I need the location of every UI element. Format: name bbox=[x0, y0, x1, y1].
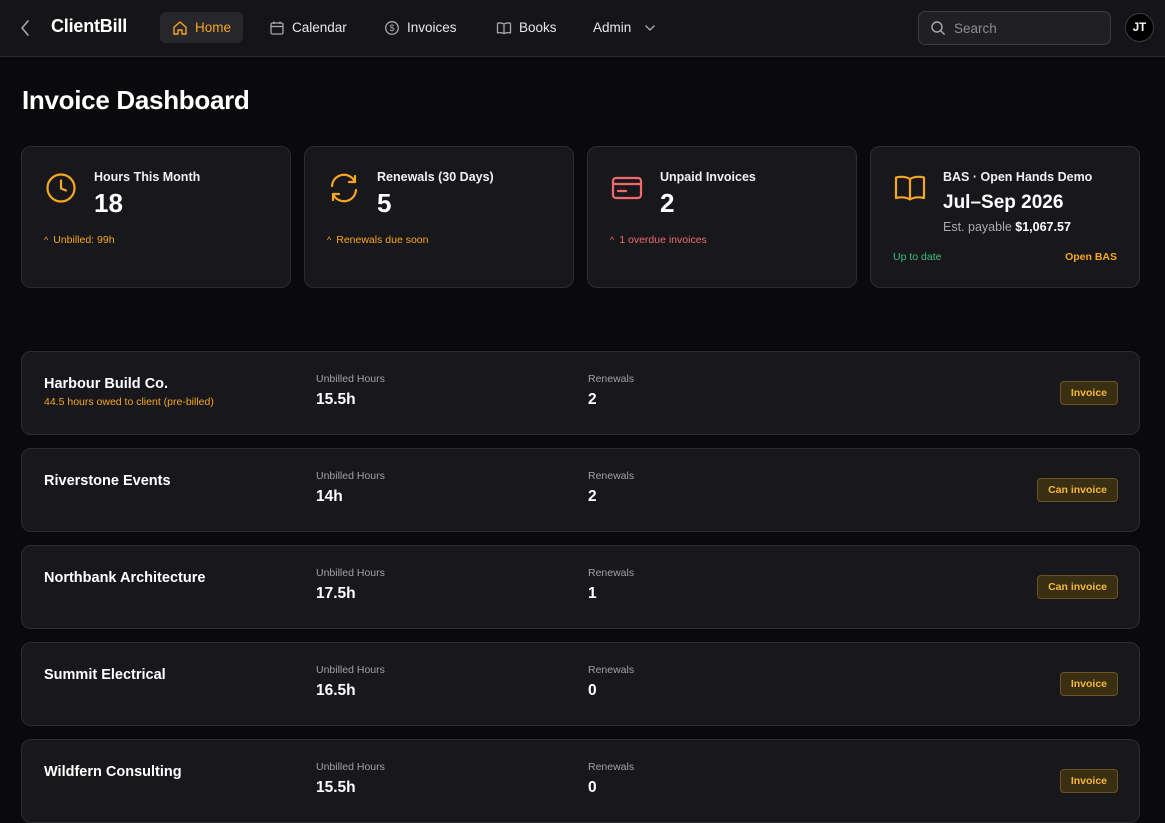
stat-value: 5 bbox=[377, 188, 392, 218]
unbilled-hours-value: 16.5h bbox=[316, 682, 356, 699]
client-row[interactable]: Summit Electrical Unbilled Hours 16.5h R… bbox=[21, 642, 1140, 726]
invoice-button[interactable]: Invoice bbox=[1059, 769, 1118, 793]
renewals-label: Renewals bbox=[588, 373, 635, 385]
bas-estimate: Est. payable $1,067.57 bbox=[943, 220, 1071, 234]
stat-note: ^ Unbilled: 99h bbox=[44, 234, 115, 246]
client-name: Summit Electrical bbox=[44, 667, 166, 683]
client-note: 44.5 hours owed to client (pre-billed) bbox=[44, 396, 214, 408]
chevron-up-icon: ^ bbox=[610, 235, 615, 245]
renewals-value: 0 bbox=[588, 779, 597, 796]
page-title: Invoice Dashboard bbox=[22, 85, 250, 115]
renewals-value: 0 bbox=[588, 682, 597, 699]
stat-note-text: 1 overdue invoices bbox=[619, 234, 707, 246]
calendar-icon bbox=[270, 21, 284, 35]
renewals-label: Renewals bbox=[588, 664, 635, 676]
chevron-up-icon: ^ bbox=[327, 235, 332, 245]
back-button[interactable] bbox=[16, 17, 34, 39]
stat-label: BAS · Open Hands Demo bbox=[943, 170, 1093, 184]
unbilled-hours-value: 14h bbox=[316, 488, 343, 505]
client-row[interactable]: Harbour Build Co. 44.5 hours owed to cli… bbox=[21, 351, 1140, 435]
unbilled-hours-value: 17.5h bbox=[316, 585, 356, 602]
stat-note: ^ 1 overdue invoices bbox=[610, 234, 707, 246]
renewals-label: Renewals bbox=[588, 567, 635, 579]
invoice-button[interactable]: Invoice bbox=[1059, 381, 1118, 405]
nav-calendar-label: Calendar bbox=[292, 20, 347, 35]
can-invoice-button[interactable]: Can invoice bbox=[1037, 478, 1118, 502]
unbilled-hours-label: Unbilled Hours bbox=[316, 373, 385, 385]
chevron-left-icon bbox=[21, 20, 29, 36]
bas-period: Jul–Sep 2026 bbox=[943, 192, 1064, 213]
invoice-button[interactable]: Invoice bbox=[1059, 672, 1118, 696]
can-invoice-button[interactable]: Can invoice bbox=[1037, 575, 1118, 599]
search-icon bbox=[931, 21, 945, 35]
stat-label: Hours This Month bbox=[94, 170, 201, 184]
renewals-value: 2 bbox=[588, 488, 597, 505]
stat-value: 18 bbox=[94, 188, 123, 218]
stat-card-renewals[interactable]: Renewals (30 Days) 5 ^ Renewals due soon bbox=[304, 146, 574, 288]
credit-card-icon bbox=[611, 176, 643, 200]
search-input[interactable] bbox=[954, 20, 1094, 36]
nav-invoices-label: Invoices bbox=[407, 20, 457, 35]
client-name: Wildfern Consulting bbox=[44, 764, 182, 780]
stat-note-text: Renewals due soon bbox=[336, 234, 429, 246]
nav-calendar[interactable]: Calendar bbox=[257, 12, 359, 43]
unbilled-hours-label: Unbilled Hours bbox=[316, 761, 385, 773]
bas-status: Up to date bbox=[893, 251, 942, 263]
nav-home-label: Home bbox=[195, 20, 232, 35]
nav-books-label: Books bbox=[519, 20, 557, 35]
client-name: Riverstone Events bbox=[44, 473, 171, 489]
bas-estimate-label: Est. payable bbox=[943, 220, 1012, 234]
client-row[interactable]: Wildfern Consulting Unbilled Hours 15.5h… bbox=[21, 739, 1140, 823]
unbilled-hours-value: 15.5h bbox=[316, 391, 356, 408]
unbilled-hours-label: Unbilled Hours bbox=[316, 567, 385, 579]
nav-books[interactable]: Books bbox=[484, 12, 569, 43]
top-navigation-bar: ClientBill Home Calendar $ Invoices Book… bbox=[0, 0, 1165, 57]
unbilled-hours-label: Unbilled Hours bbox=[316, 470, 385, 482]
user-avatar[interactable]: JT bbox=[1125, 13, 1154, 42]
dollar-circle-icon: $ bbox=[385, 20, 399, 35]
book-icon bbox=[496, 21, 512, 34]
unbilled-hours-value: 15.5h bbox=[316, 779, 356, 796]
stat-value: 2 bbox=[660, 188, 675, 218]
client-row[interactable]: Riverstone Events Unbilled Hours 14h Ren… bbox=[21, 448, 1140, 532]
stat-label: Unpaid Invoices bbox=[660, 170, 756, 184]
stat-card-unpaid[interactable]: Unpaid Invoices 2 ^ 1 overdue invoices bbox=[587, 146, 857, 288]
app-brand[interactable]: ClientBill bbox=[51, 16, 127, 37]
unbilled-hours-label: Unbilled Hours bbox=[316, 664, 385, 676]
bas-estimate-value: $1,067.57 bbox=[1015, 220, 1071, 234]
stat-card-bas[interactable]: BAS · Open Hands Demo Jul–Sep 2026 Est. … bbox=[870, 146, 1140, 288]
nav-home[interactable]: Home bbox=[160, 12, 244, 43]
stat-card-hours[interactable]: Hours This Month 18 ^ Unbilled: 99h bbox=[21, 146, 291, 288]
book-open-icon bbox=[894, 175, 926, 201]
home-icon bbox=[173, 20, 187, 35]
renewals-label: Renewals bbox=[588, 761, 635, 773]
renewals-value: 2 bbox=[588, 391, 597, 408]
svg-text:$: $ bbox=[389, 23, 394, 33]
stat-label: Renewals (30 Days) bbox=[377, 170, 494, 184]
chevron-down-icon bbox=[645, 24, 655, 31]
nav-admin-label: Admin bbox=[593, 20, 632, 35]
nav-invoices[interactable]: $ Invoices bbox=[372, 12, 469, 43]
client-name: Northbank Architecture bbox=[44, 570, 206, 586]
chevron-up-icon: ^ bbox=[44, 235, 49, 245]
stat-note-text: Unbilled: 99h bbox=[53, 234, 115, 246]
renewals-value: 1 bbox=[588, 585, 597, 602]
clock-icon bbox=[46, 173, 76, 203]
nav-admin-dropdown[interactable]: Admin bbox=[581, 12, 669, 43]
client-row[interactable]: Northbank Architecture Unbilled Hours 17… bbox=[21, 545, 1140, 629]
renewals-label: Renewals bbox=[588, 470, 635, 482]
open-bas-link[interactable]: Open BAS bbox=[1065, 251, 1117, 263]
search-box[interactable] bbox=[918, 11, 1111, 45]
stat-note: ^ Renewals due soon bbox=[327, 234, 428, 246]
refresh-icon bbox=[330, 173, 358, 203]
client-name: Harbour Build Co. bbox=[44, 376, 169, 392]
